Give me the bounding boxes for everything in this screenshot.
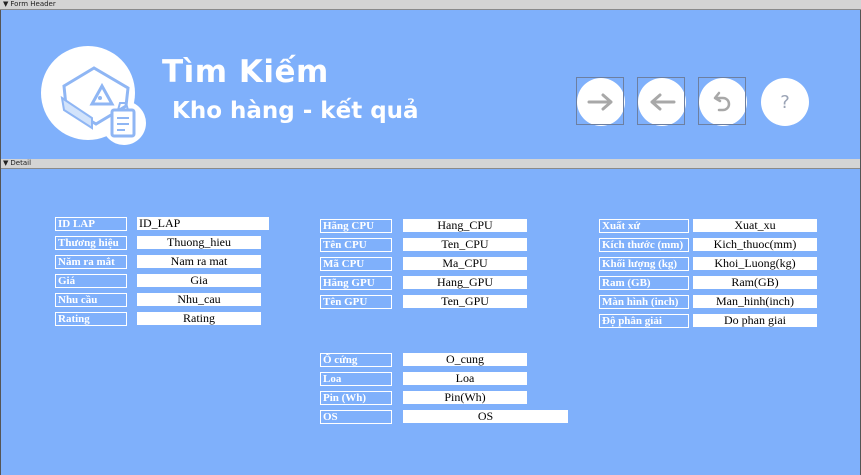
field-ram[interactable]: Ram(GB) (692, 275, 818, 290)
label-rating: Rating (55, 312, 127, 326)
label-kich-thuoc: Kích thước (mm) (599, 238, 689, 252)
field-rating[interactable]: Rating (136, 311, 262, 326)
field-do-phan-giai[interactable]: Do phan giai (692, 313, 818, 328)
label-ma-cpu: Mã CPU (320, 257, 392, 271)
field-gia[interactable]: Gia (136, 273, 262, 288)
section-marker-icon: ▼ (3, 0, 9, 8)
field-man-hinh[interactable]: Man_hinh(inch) (692, 294, 818, 309)
selection-frame (576, 77, 624, 125)
label-os: OS (320, 410, 392, 424)
selection-frame (637, 77, 685, 125)
field-id-lap[interactable]: ID_LAP (136, 216, 270, 231)
detail-bar: ▼ Detail (0, 159, 861, 169)
detail-label: Detail (10, 159, 32, 167)
field-pin[interactable]: Pin(Wh) (402, 390, 528, 405)
label-id-lap: ID LAP (55, 217, 127, 231)
selection-frame (698, 77, 746, 125)
field-kich-thuoc[interactable]: Kich_thuoc(mm) (692, 237, 818, 252)
left-border (0, 10, 1, 475)
field-khoi-luong[interactable]: Khoi_Luong(kg) (692, 256, 818, 271)
next-button[interactable] (576, 77, 625, 126)
field-os[interactable]: OS (402, 409, 569, 424)
field-hang-gpu[interactable]: Hang_GPU (402, 275, 528, 290)
form-header-label: Form Header (10, 0, 56, 8)
label-pin: Pin (Wh) (320, 391, 392, 405)
field-nam-ra-mat[interactable]: Nam ra mat (136, 254, 262, 269)
page-title: Tìm Kiếm (162, 54, 329, 90)
label-man-hinh: Màn hình (inch) (599, 295, 689, 309)
back-button[interactable] (637, 77, 686, 126)
label-thuong-hieu: Thương hiệu (55, 236, 127, 250)
field-hang-cpu[interactable]: Hang_CPU (402, 218, 528, 233)
help-button[interactable]: ? (761, 78, 809, 126)
field-ma-cpu[interactable]: Ma_CPU (402, 256, 528, 271)
form-header-bar: ▼ Form Header (0, 0, 861, 10)
undo-button[interactable] (698, 77, 747, 126)
warehouse-logo (40, 46, 152, 151)
label-nhu-cau: Nhu cầu (55, 293, 127, 307)
label-o-cung: Ổ cứng (320, 353, 392, 367)
label-nam-ra-mat: Năm ra mắt (55, 255, 127, 269)
label-xuat-xu: Xuất xứ (599, 219, 689, 233)
field-loa[interactable]: Loa (402, 371, 528, 386)
label-ram: Ram (GB) (599, 276, 689, 290)
field-xuat-xu[interactable]: Xuat_xu (692, 218, 818, 233)
page-subtitle: Kho hàng - kết quả (172, 98, 419, 124)
label-ten-cpu: Tên CPU (320, 238, 392, 252)
label-ten-gpu: Tên GPU (320, 295, 392, 309)
field-o-cung[interactable]: O_cung (402, 352, 528, 367)
section-marker-icon: ▼ (3, 159, 9, 167)
label-loa: Loa (320, 372, 392, 386)
field-thuong-hieu[interactable]: Thuong_hieu (136, 235, 262, 250)
field-ten-gpu[interactable]: Ten_GPU (402, 294, 528, 309)
help-icon: ? (780, 91, 790, 113)
label-khoi-luong: Khối lượng (kg) (599, 257, 689, 271)
label-hang-gpu: Hãng GPU (320, 276, 392, 290)
field-nhu-cau[interactable]: Nhu_cau (136, 292, 262, 307)
label-hang-cpu: Hãng CPU (320, 219, 392, 233)
label-gia: Giá (55, 274, 127, 288)
label-do-phan-giai: Độ phân giải (599, 314, 689, 328)
field-ten-cpu[interactable]: Ten_CPU (402, 237, 528, 252)
